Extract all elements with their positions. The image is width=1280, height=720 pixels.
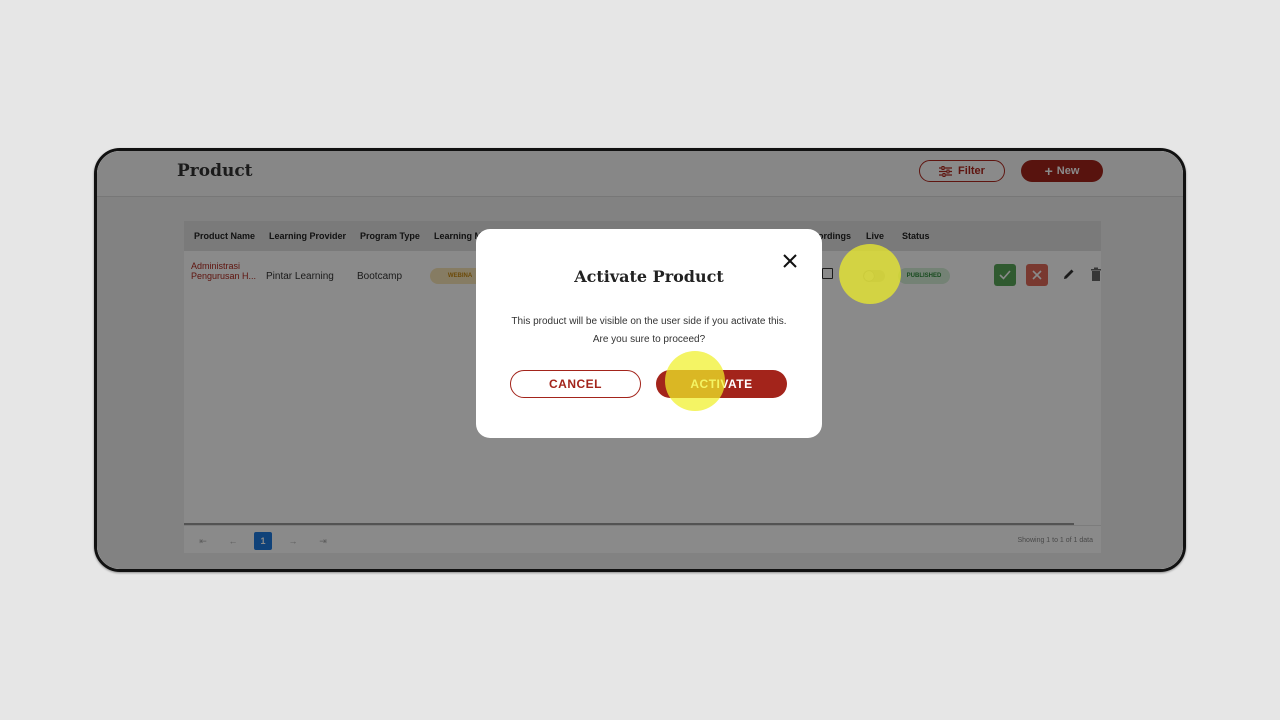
activate-product-dialog: Activate Product This product will be vi… [476, 229, 822, 438]
app-window: Product Filter + New Product Name Learni… [94, 148, 1186, 572]
cancel-button[interactable]: CANCEL [510, 370, 641, 398]
activate-button[interactable]: ACTIVATE [656, 370, 787, 398]
dialog-title: Activate Product [574, 267, 724, 286]
dialog-message: This product will be visible on the user… [511, 316, 787, 345]
